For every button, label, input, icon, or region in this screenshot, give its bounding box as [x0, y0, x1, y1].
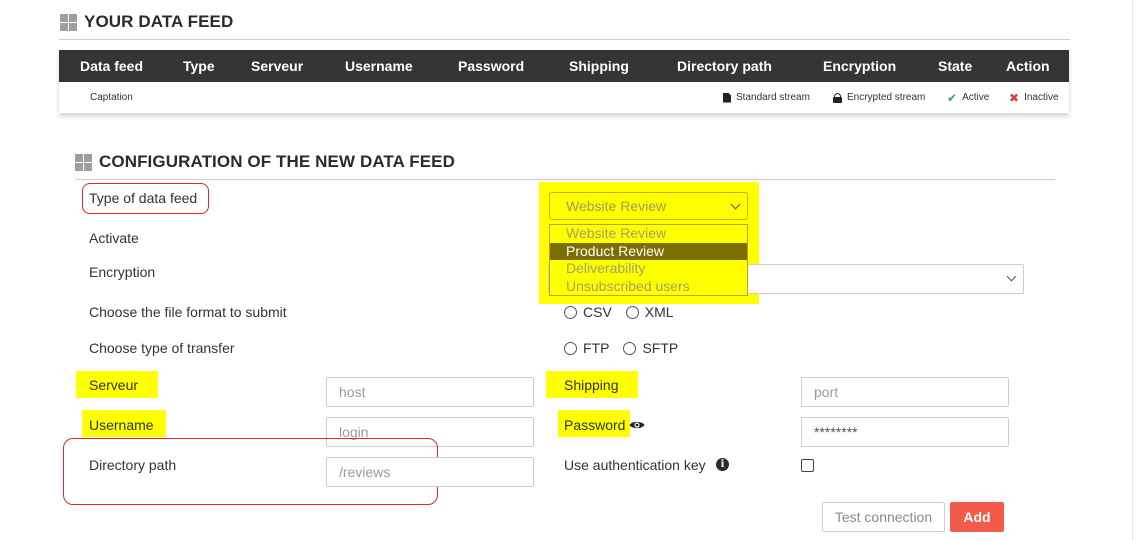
- radio-xml[interactable]: [625, 305, 639, 319]
- label-serveur: Serveur: [89, 377, 139, 393]
- dropdown-option[interactable]: Deliverability: [550, 260, 747, 278]
- radio-csv[interactable]: [564, 305, 577, 319]
- col-data-feed: Data feed: [80, 58, 144, 74]
- section-divider: [59, 39, 1070, 40]
- col-encryption: Encryption: [823, 58, 897, 74]
- add-button[interactable]: Add: [950, 502, 1004, 532]
- dropdown-option[interactable]: Unsubscribed users: [550, 278, 747, 296]
- legend-inactive: ✖ Inactive: [1009, 90, 1059, 105]
- col-directory-path: Directory path: [677, 58, 772, 74]
- type-of-feed-select[interactable]: Website Review: [549, 192, 748, 220]
- label-password: Password: [564, 417, 626, 433]
- document-icon: [723, 92, 731, 103]
- col-shipping: Shipping: [569, 58, 629, 74]
- config-section-title: CONFIGURATION OF THE NEW DATA FEED: [75, 152, 455, 172]
- directory-path-input[interactable]: /reviews: [326, 457, 534, 487]
- transfer-radio-group: FTP SFTP: [564, 340, 692, 356]
- col-password: Password: [458, 58, 525, 74]
- test-connection-button[interactable]: Test connection: [822, 502, 945, 532]
- radio-label-csv: CSV: [583, 304, 612, 320]
- host-input[interactable]: host: [326, 377, 534, 407]
- radio-sftp[interactable]: [623, 341, 637, 355]
- chevron-down-icon: [1006, 271, 1017, 282]
- scrollbar-edge: [1132, 0, 1133, 540]
- col-action: Action: [1006, 58, 1050, 74]
- auth-key-checkbox[interactable]: [801, 459, 814, 472]
- feed-table-header: Data feed Type Serveur Username Password…: [59, 50, 1069, 82]
- radio-ftp[interactable]: [564, 341, 577, 355]
- port-input[interactable]: port: [801, 377, 1009, 407]
- legend-encrypted-stream: Encrypted stream: [833, 82, 925, 113]
- file-format-radio-group: CSV XML: [564, 304, 688, 320]
- cross-icon: ✖: [1009, 90, 1020, 105]
- label-username: Username: [89, 417, 154, 433]
- password-input[interactable]: ********: [801, 417, 1009, 447]
- col-username: Username: [345, 58, 413, 74]
- check-icon: ✔: [947, 90, 958, 105]
- grid-icon: [75, 153, 92, 171]
- chevron-down-icon: [730, 199, 741, 210]
- radio-label-sftp: SFTP: [642, 340, 679, 356]
- legend-active: ✔ Active: [947, 90, 990, 105]
- label-type-of-feed: Type of data feed: [89, 190, 198, 206]
- label-activate: Activate: [89, 230, 139, 246]
- col-state: State: [938, 58, 973, 74]
- label-file-format: Choose the file format to submit: [89, 304, 287, 320]
- lock-icon: [833, 92, 842, 103]
- section-divider: [75, 179, 1055, 180]
- table-row: Captation Standard stream Encrypted stre…: [59, 82, 1069, 113]
- dropdown-option-selected[interactable]: Product Review: [550, 242, 747, 260]
- feed-table: Data feed Type Serveur Username Password…: [59, 50, 1069, 113]
- label-auth-key: Use authentication key: [564, 457, 706, 473]
- row-data-feed: Captation: [90, 92, 133, 103]
- label-transfer-type: Choose type of transfer: [89, 340, 235, 356]
- label-encryption: Encryption: [89, 264, 156, 280]
- col-type: Type: [183, 58, 215, 74]
- eye-icon[interactable]: [629, 420, 645, 430]
- radio-label-ftp: FTP: [583, 340, 610, 356]
- radio-label-xml: XML: [644, 304, 674, 320]
- label-shipping: Shipping: [564, 377, 619, 393]
- type-of-feed-dropdown: Website Review Product Review Deliverabi…: [549, 224, 748, 296]
- feed-section-title: YOUR DATA FEED: [60, 12, 233, 32]
- grid-icon: [60, 13, 77, 31]
- legend-standard-stream: Standard stream: [723, 82, 810, 113]
- label-directory-path: Directory path: [89, 457, 177, 473]
- dropdown-option[interactable]: Website Review: [550, 225, 747, 243]
- col-serveur: Serveur: [251, 58, 304, 74]
- info-icon[interactable]: i: [716, 458, 729, 471]
